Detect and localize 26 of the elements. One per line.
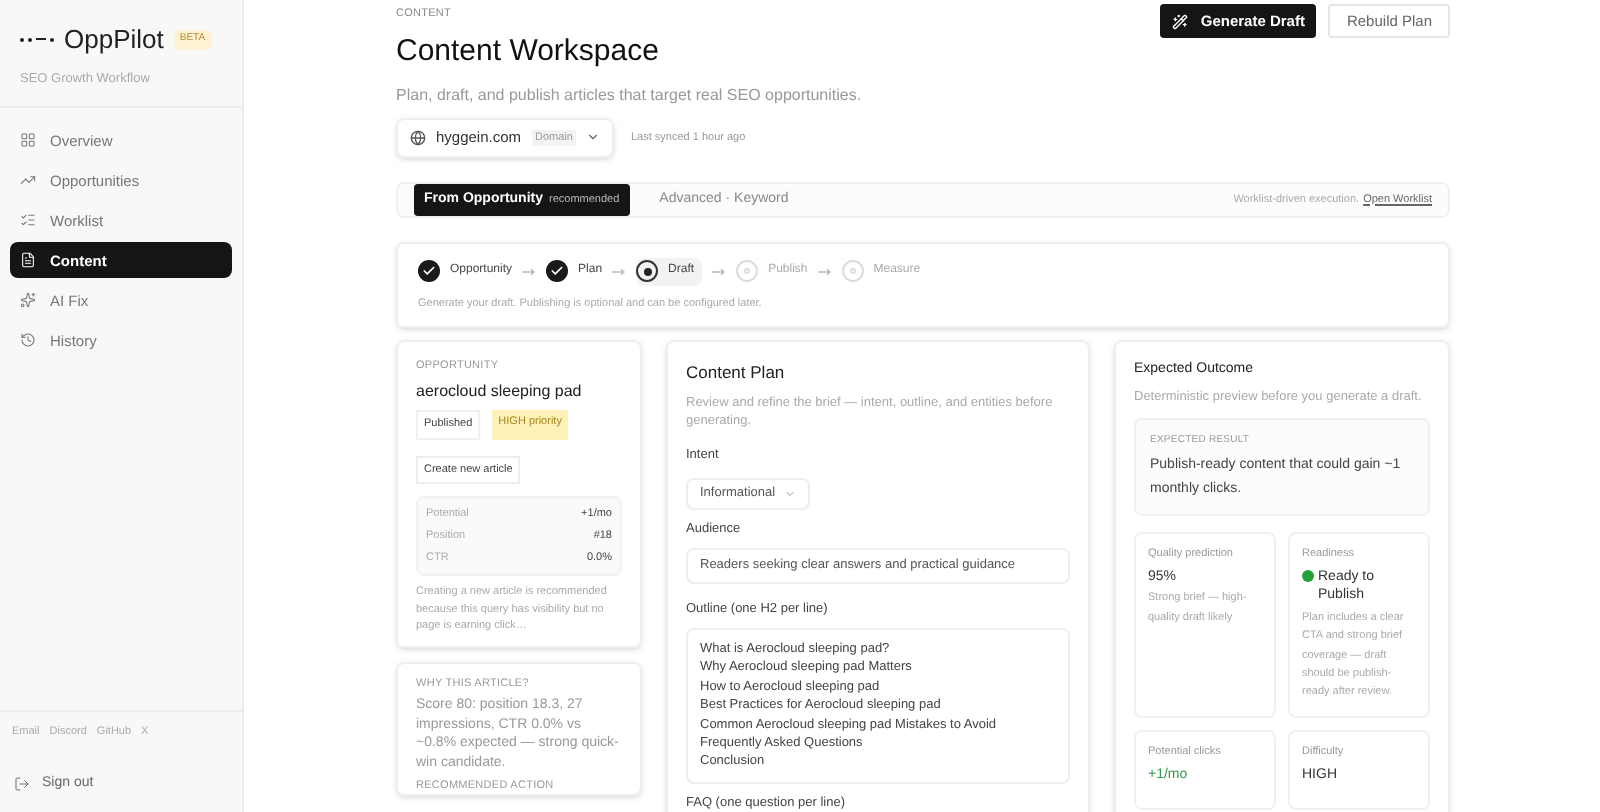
chevron-down-icon (783, 488, 796, 501)
chevron-down-icon (586, 130, 601, 145)
list-icon (20, 212, 36, 229)
page-subtitle: Plan, draft, and publish articles that target real SEO opportunities. (396, 83, 862, 108)
check-icon (546, 260, 569, 283)
pending-step-icon (736, 260, 759, 283)
history-icon (20, 332, 36, 349)
arrow-icon (712, 267, 727, 276)
brand-name: OppPilot (64, 22, 164, 58)
logo-icon (20, 37, 54, 42)
page-title: Content Workspace (396, 32, 661, 73)
grid-icon (20, 132, 36, 149)
card-title: Content Plan (686, 360, 787, 386)
sparkle-icon (20, 292, 36, 309)
arrow-icon (612, 267, 627, 276)
globe-icon (410, 129, 426, 146)
current-step-icon (636, 260, 659, 283)
arrow-icon (522, 267, 537, 276)
check-icon (418, 260, 440, 283)
keyword-title: aerocloud sleeping pad (416, 380, 584, 405)
trend-icon (20, 172, 36, 189)
magic-wand-icon (1172, 13, 1189, 29)
arrow-icon (817, 267, 832, 276)
document-icon (20, 252, 36, 269)
sign-out-icon (14, 775, 30, 792)
pending-step-icon (841, 260, 864, 283)
